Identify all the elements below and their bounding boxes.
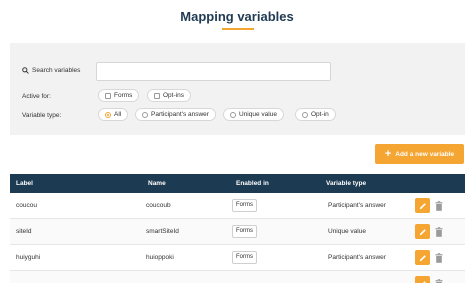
- variable-type-participant-label: Participant's answer: [151, 111, 209, 118]
- row-name: huioppoki: [146, 254, 174, 261]
- table-header: Label Name Enabled in Variable type: [10, 174, 465, 193]
- enabled-in-badge: Forms: [232, 225, 257, 238]
- variable-type-participant-radio[interactable]: Participant's answer: [135, 108, 216, 121]
- active-for-label: Active for:: [22, 93, 51, 100]
- row-name: coucoub: [146, 202, 171, 209]
- title-underline: [222, 28, 254, 30]
- variable-type-optin-radio[interactable]: Opt-in: [295, 108, 336, 121]
- delete-button[interactable]: [434, 225, 444, 238]
- trash-icon: [435, 200, 443, 211]
- radio-icon: [142, 111, 148, 118]
- table-row: coucou coucoub Forms Participant's answe…: [10, 193, 465, 219]
- pencil-icon: [419, 254, 426, 261]
- variable-type-all-label: All: [114, 111, 122, 118]
- row-variable-type: Unique value: [328, 228, 366, 235]
- variables-table: Label Name Enabled in Variable type couc…: [10, 174, 465, 283]
- add-variable-label: Add a new variable: [395, 150, 455, 158]
- edit-button[interactable]: [415, 276, 430, 283]
- variable-type-optin-label: Opt-in: [311, 111, 329, 118]
- search-input[interactable]: [96, 62, 331, 81]
- filter-panel: Search variables Active for: Forms Opt-i…: [10, 43, 465, 135]
- column-header-label[interactable]: Label: [16, 180, 33, 187]
- pencil-icon: [419, 228, 426, 235]
- search-row: Search variables: [22, 67, 80, 74]
- trash-icon: [435, 226, 443, 237]
- pencil-icon: [419, 202, 426, 209]
- search-icon: [22, 67, 29, 74]
- edit-button[interactable]: [415, 198, 430, 213]
- variable-type-unique-label: Unique value: [239, 111, 277, 118]
- active-for-optins-label: Opt-ins: [163, 92, 184, 99]
- radio-icon: [230, 111, 236, 118]
- row-label: siteId: [16, 228, 32, 235]
- delete-button[interactable]: [434, 251, 444, 264]
- pencil-icon: [421, 280, 426, 283]
- variable-type-label: Variable type:: [22, 112, 61, 119]
- enabled-in-badge: Forms: [232, 199, 257, 212]
- variable-type-unique-radio[interactable]: Unique value: [223, 108, 284, 121]
- edit-button[interactable]: [415, 250, 430, 265]
- column-header-name[interactable]: Name: [148, 180, 166, 187]
- row-name: smartSiteId: [146, 228, 179, 235]
- row-variable-type: Participant's answer: [328, 254, 386, 261]
- row-variable-type: Participant's answer: [328, 202, 386, 209]
- variable-type-all-radio[interactable]: All: [98, 108, 129, 121]
- delete-button[interactable]: [434, 199, 444, 212]
- row-label: coucou: [16, 202, 37, 209]
- delete-button[interactable]: [434, 277, 444, 283]
- add-variable-button[interactable]: + Add a new variable: [375, 144, 464, 164]
- plus-icon: +: [384, 147, 392, 160]
- table-row-partial: [10, 271, 465, 283]
- active-for-label-text: Active for:: [22, 93, 51, 100]
- table-row: siteId smartSiteId Forms Unique value: [10, 219, 465, 245]
- enabled-in-badge: Forms: [232, 251, 257, 264]
- edit-button[interactable]: [415, 224, 430, 239]
- column-header-variable-type[interactable]: Variable type: [326, 180, 366, 187]
- variable-type-label-text: Variable type:: [22, 112, 62, 119]
- radio-icon: [302, 111, 308, 118]
- trash-icon: [435, 278, 443, 283]
- checkbox-icon: [154, 92, 160, 99]
- active-for-forms-label: Forms: [114, 92, 133, 99]
- row-label: huiyguhi: [16, 254, 41, 261]
- radio-selected-icon: [105, 111, 111, 118]
- column-header-enabled-in[interactable]: Enabled in: [236, 180, 269, 187]
- active-for-forms-checkbox[interactable]: Forms: [98, 89, 140, 102]
- active-for-optins-checkbox[interactable]: Opt-ins: [147, 89, 191, 102]
- table-row: huiyguhi huioppoki Forms Participant's a…: [10, 245, 465, 271]
- checkbox-icon: [105, 92, 111, 99]
- trash-icon: [435, 252, 443, 263]
- page-title: Mapping variables: [180, 9, 294, 24]
- search-label: Search variables: [32, 67, 81, 74]
